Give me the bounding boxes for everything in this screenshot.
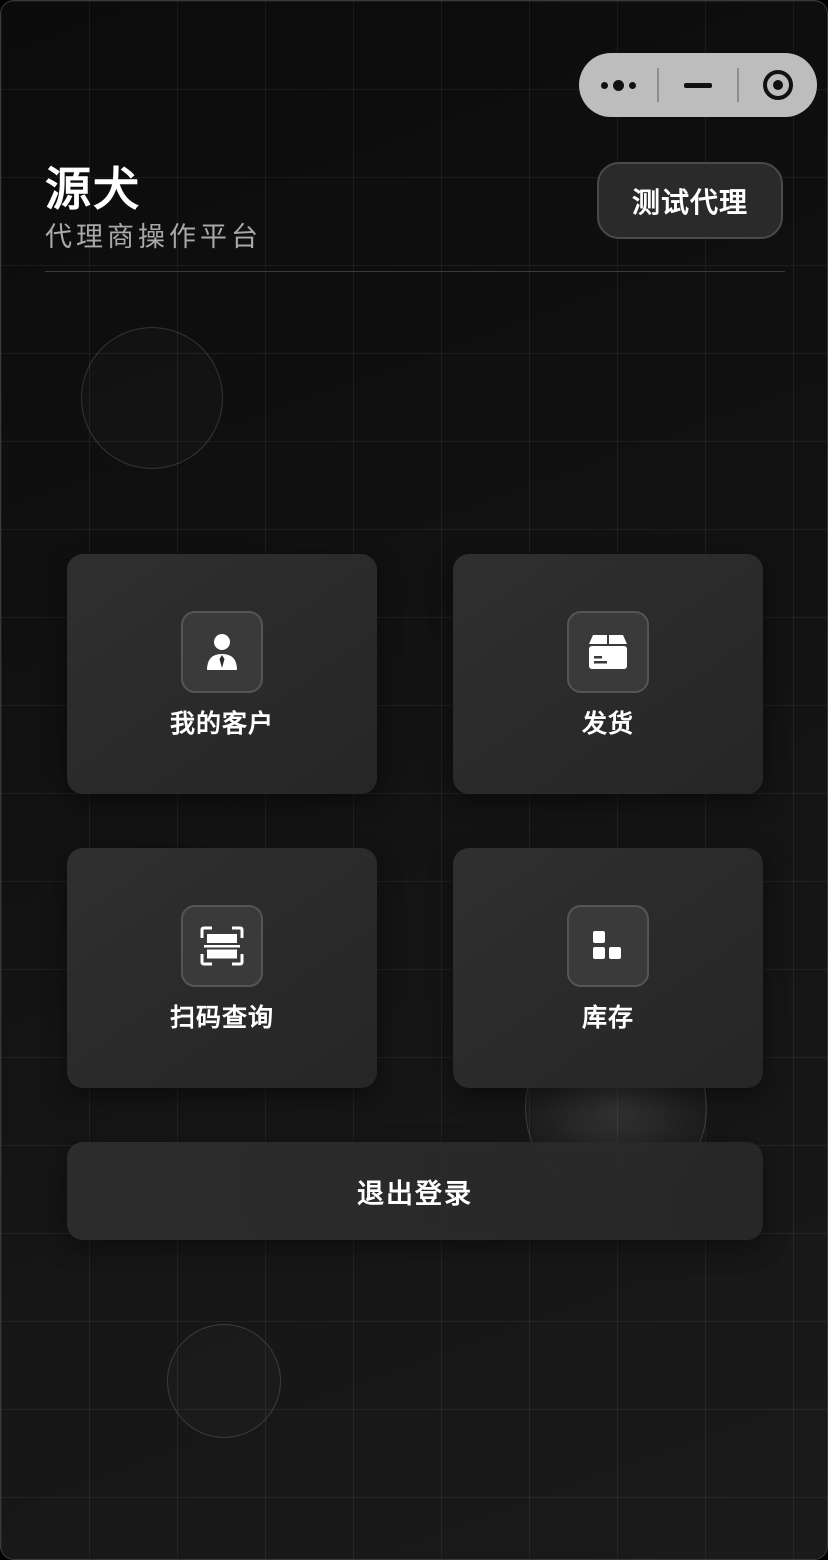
more-dots-icon <box>600 79 636 91</box>
menu-label: 扫码查询 <box>169 1003 274 1032</box>
menu-label: 库存 <box>581 1003 634 1032</box>
decorative-circle <box>167 1324 281 1438</box>
more-button[interactable] <box>579 53 657 117</box>
target-close-icon <box>762 70 793 100</box>
inventory-blocks-icon <box>567 905 649 987</box>
menu-tile-ship[interactable]: 发货 <box>453 554 763 794</box>
brand-title: 源犬 <box>45 162 141 216</box>
minimize-icon <box>683 82 712 88</box>
menu-tile-inventory[interactable]: 库存 <box>453 848 763 1088</box>
close-button[interactable] <box>739 53 817 117</box>
miniprogram-capsule <box>579 53 817 117</box>
decorative-circle <box>81 327 223 469</box>
header-divider <box>45 271 785 272</box>
logout-button[interactable]: 退出登录 <box>67 1142 763 1240</box>
menu-label: 发货 <box>581 709 634 738</box>
app-screen: 源犬 代理商操作平台 测试代理 我的客户 发货 扫码查询 库存 退出登录 <box>0 0 828 1560</box>
minimize-button[interactable] <box>659 53 737 117</box>
brand-subtitle: 代理商操作平台 <box>45 222 262 253</box>
scan-icon <box>181 905 263 987</box>
menu-tile-scan[interactable]: 扫码查询 <box>67 848 377 1088</box>
package-box-icon <box>567 611 649 693</box>
menu-tile-customers[interactable]: 我的客户 <box>67 554 377 794</box>
menu-label: 我的客户 <box>169 709 274 738</box>
customer-person-icon <box>181 611 263 693</box>
role-button[interactable]: 测试代理 <box>597 162 783 239</box>
